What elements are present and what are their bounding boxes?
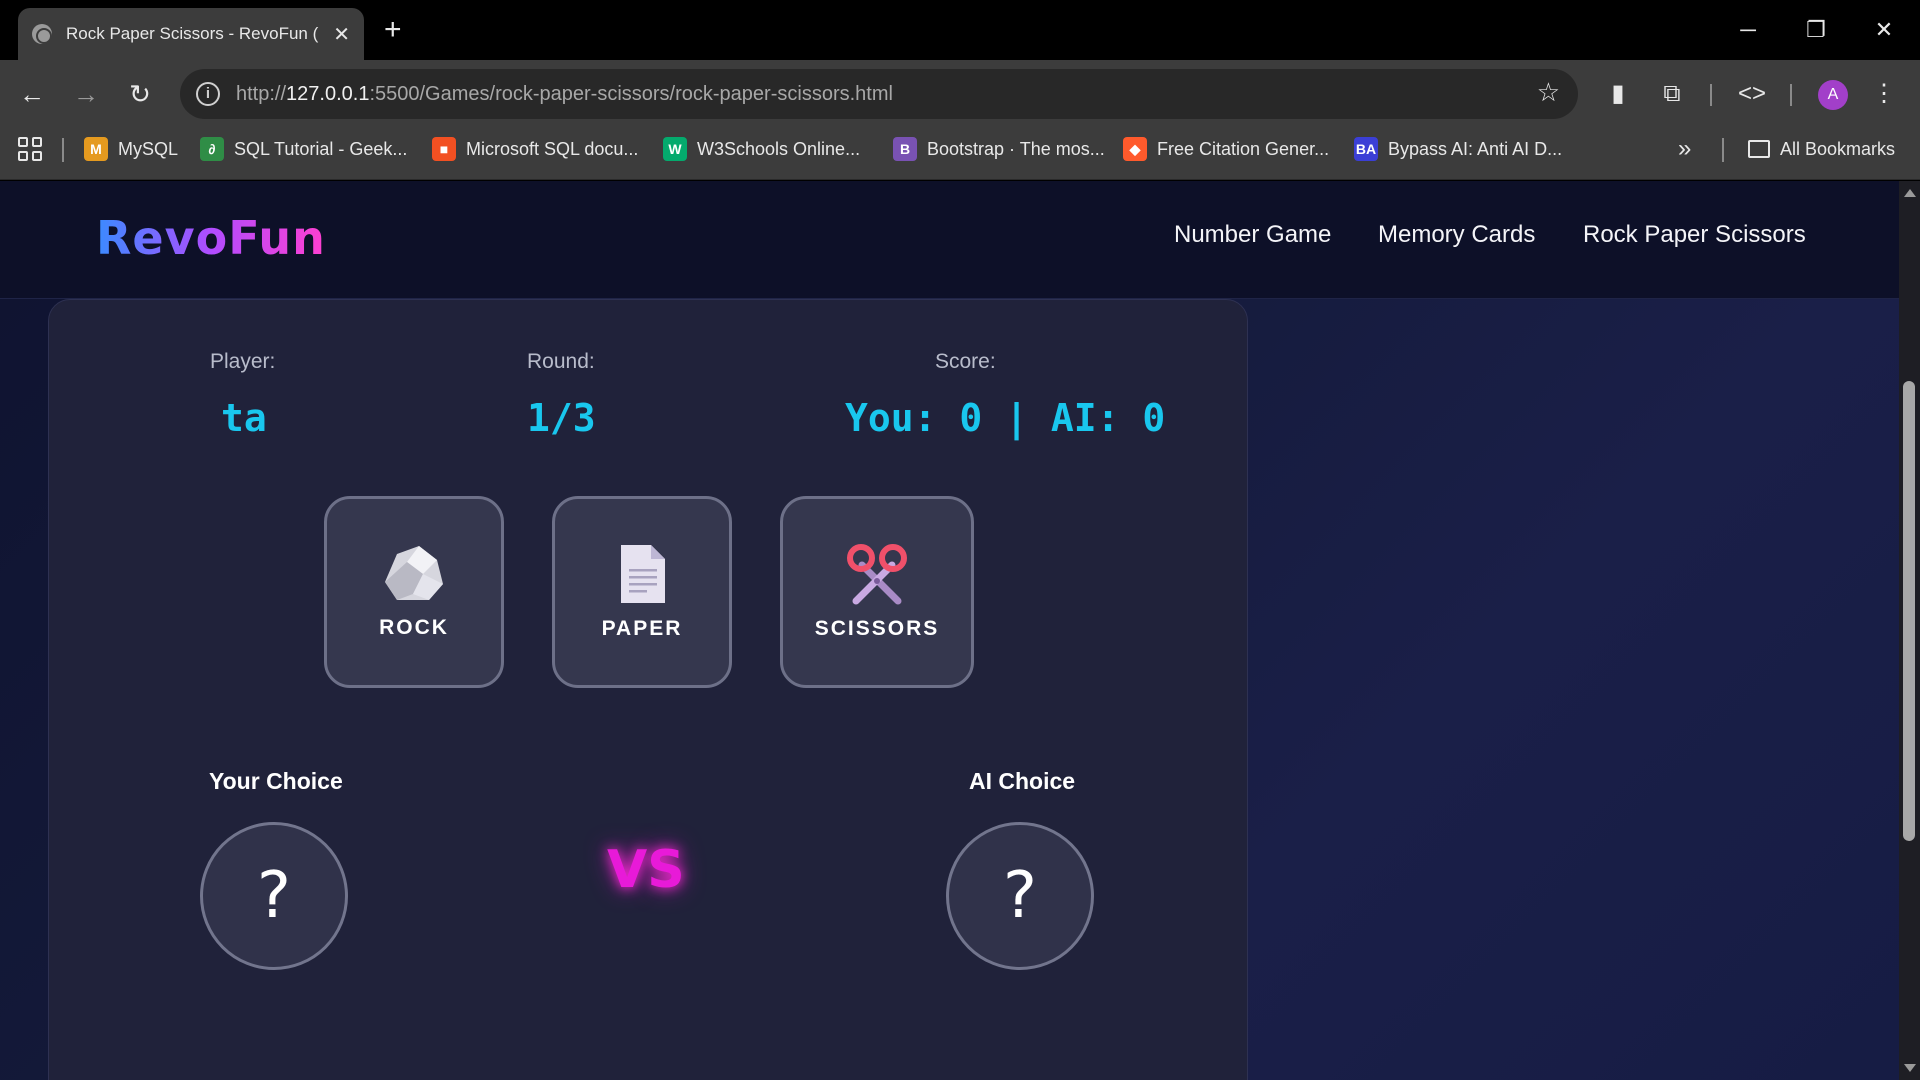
tab-title: Rock Paper Scissors - RevoFun ( bbox=[66, 24, 319, 43]
window-close-icon[interactable]: ✕ bbox=[1864, 10, 1904, 50]
profile-avatar[interactable]: A bbox=[1818, 80, 1848, 110]
bookmark-label: W3Schools Online... bbox=[697, 138, 861, 159]
menu-kebab-icon[interactable]: ⋮ bbox=[1864, 74, 1904, 114]
player-label: Player: bbox=[210, 350, 276, 373]
url-text[interactable]: http://127.0.0.1:5500/Games/rock-paper-s… bbox=[236, 69, 893, 119]
extensions-puzzle-icon[interactable]: ⧉ bbox=[1652, 74, 1692, 114]
scroll-down-icon[interactable] bbox=[1904, 1064, 1916, 1072]
scroll-thumb[interactable] bbox=[1903, 381, 1915, 841]
ai-choice-title: AI Choice bbox=[969, 768, 1076, 794]
round-label: Round: bbox=[527, 350, 595, 373]
bookmark-label: Microsoft SQL docu... bbox=[466, 138, 639, 159]
all-bookmarks-label: All Bookmarks bbox=[1780, 138, 1896, 159]
game-card: Player: ta Round: 1/3 Score: You: 0 | AI… bbox=[48, 299, 1248, 1080]
minimize-icon[interactable]: ─ bbox=[1728, 10, 1768, 50]
rock-label: ROCK bbox=[379, 616, 449, 639]
bookmark-label: Bypass AI: Anti AI D... bbox=[1388, 138, 1563, 159]
close-icon[interactable]: ✕ bbox=[333, 22, 350, 47]
bookmarks-bar: M MySQL ∂ SQL Tutorial - Geek... ■ Microsoft … bbox=[0, 128, 1920, 180]
scissors-label: SCISSORS bbox=[814, 617, 940, 640]
your-choice-display: ? bbox=[200, 822, 348, 970]
bookmark-item[interactable]: ◆ Free Citation Gener... bbox=[1123, 128, 1329, 170]
bookmark-label: MySQL bbox=[118, 138, 179, 159]
bookmark-item[interactable]: B Bootstrap · The mos... bbox=[893, 128, 1105, 170]
nav-memory-cards[interactable]: Memory Cards bbox=[1378, 221, 1535, 249]
browser-tab[interactable]: Rock Paper Scissors - RevoFun ( ✕ bbox=[18, 8, 364, 60]
forward-arrow-icon[interactable]: → bbox=[66, 74, 106, 114]
site-logo[interactable]: RevoFun bbox=[96, 211, 326, 265]
round-value: 1/3 bbox=[527, 396, 596, 440]
bookmark-star-icon[interactable]: ☆ bbox=[1537, 77, 1560, 108]
paper-icon bbox=[621, 545, 665, 603]
address-bar[interactable]: i http://127.0.0.1:5500/Games/rock-paper… bbox=[180, 69, 1578, 119]
paper-label: PAPER bbox=[601, 617, 683, 640]
geeksforgeeks-icon: ∂ bbox=[200, 137, 224, 161]
scissors-button[interactable]: SCISSORS bbox=[780, 496, 974, 688]
globe-icon bbox=[32, 24, 52, 44]
nav-rock-paper-scissors[interactable]: Rock Paper Scissors bbox=[1583, 221, 1806, 249]
bookmark-label: Bootstrap · The mos... bbox=[927, 138, 1105, 159]
bookmark-item[interactable]: M MySQL bbox=[84, 128, 178, 170]
paper-button[interactable]: PAPER bbox=[552, 496, 732, 688]
score-value: You: 0 | AI: 0 bbox=[845, 396, 1166, 440]
tab-strip: Rock Paper Scissors - RevoFun ( ✕ + ─ ❐ … bbox=[0, 0, 1920, 60]
site-header: RevoFun Number Game Memory Cards Rock Pa… bbox=[0, 181, 1899, 299]
folder-icon bbox=[1748, 140, 1770, 158]
all-bookmarks-button[interactable]: All Bookmarks bbox=[1748, 128, 1895, 170]
restore-icon[interactable]: ❐ bbox=[1796, 10, 1836, 50]
extension-clipboard-icon[interactable]: ▮ bbox=[1598, 74, 1638, 114]
browser-toolbar: ← → ↻ i http://127.0.0.1:5500/Games/rock… bbox=[0, 60, 1920, 128]
site-info-icon[interactable]: i bbox=[196, 82, 220, 106]
bypass-ai-icon: BA bbox=[1354, 137, 1378, 161]
bookmark-item[interactable]: BA Bypass AI: Anti AI D... bbox=[1354, 128, 1562, 170]
rock-button[interactable]: ROCK bbox=[324, 496, 504, 688]
apps-grid-icon[interactable] bbox=[18, 137, 42, 161]
new-tab-icon[interactable]: + bbox=[384, 12, 402, 48]
rock-icon bbox=[385, 546, 443, 600]
citation-icon: ◆ bbox=[1123, 137, 1147, 161]
bookmark-item[interactable]: ∂ SQL Tutorial - Geek... bbox=[200, 128, 407, 170]
bookmark-label: Free Citation Gener... bbox=[1157, 138, 1330, 159]
player-value: ta bbox=[221, 396, 267, 440]
bookmark-label: SQL Tutorial - Geek... bbox=[234, 138, 408, 159]
bookmarks-overflow-icon[interactable]: » bbox=[1678, 128, 1691, 170]
back-arrow-icon[interactable]: ← bbox=[12, 74, 52, 114]
reload-icon[interactable]: ↻ bbox=[120, 74, 160, 114]
devtools-code-icon[interactable]: <> bbox=[1732, 74, 1772, 114]
score-label: Score: bbox=[935, 350, 996, 373]
scissors-icon bbox=[847, 544, 907, 605]
nav-number-game[interactable]: Number Game bbox=[1174, 221, 1331, 249]
w3schools-icon: W bbox=[663, 137, 687, 161]
vs-label: VS bbox=[607, 840, 685, 900]
page-scrollbar[interactable] bbox=[1899, 181, 1920, 1080]
your-choice-title: Your Choice bbox=[209, 768, 343, 794]
scroll-up-icon[interactable] bbox=[1904, 189, 1916, 197]
bookmark-item[interactable]: W W3Schools Online... bbox=[663, 128, 860, 170]
microsoft-icon: ■ bbox=[432, 137, 456, 161]
ai-choice-display: ? bbox=[946, 822, 1094, 970]
mysql-icon: M bbox=[84, 137, 108, 161]
bookmark-item[interactable]: ■ Microsoft SQL docu... bbox=[432, 128, 638, 170]
bootstrap-icon: B bbox=[893, 137, 917, 161]
page-viewport: RevoFun Number Game Memory Cards Rock Pa… bbox=[0, 181, 1899, 1080]
